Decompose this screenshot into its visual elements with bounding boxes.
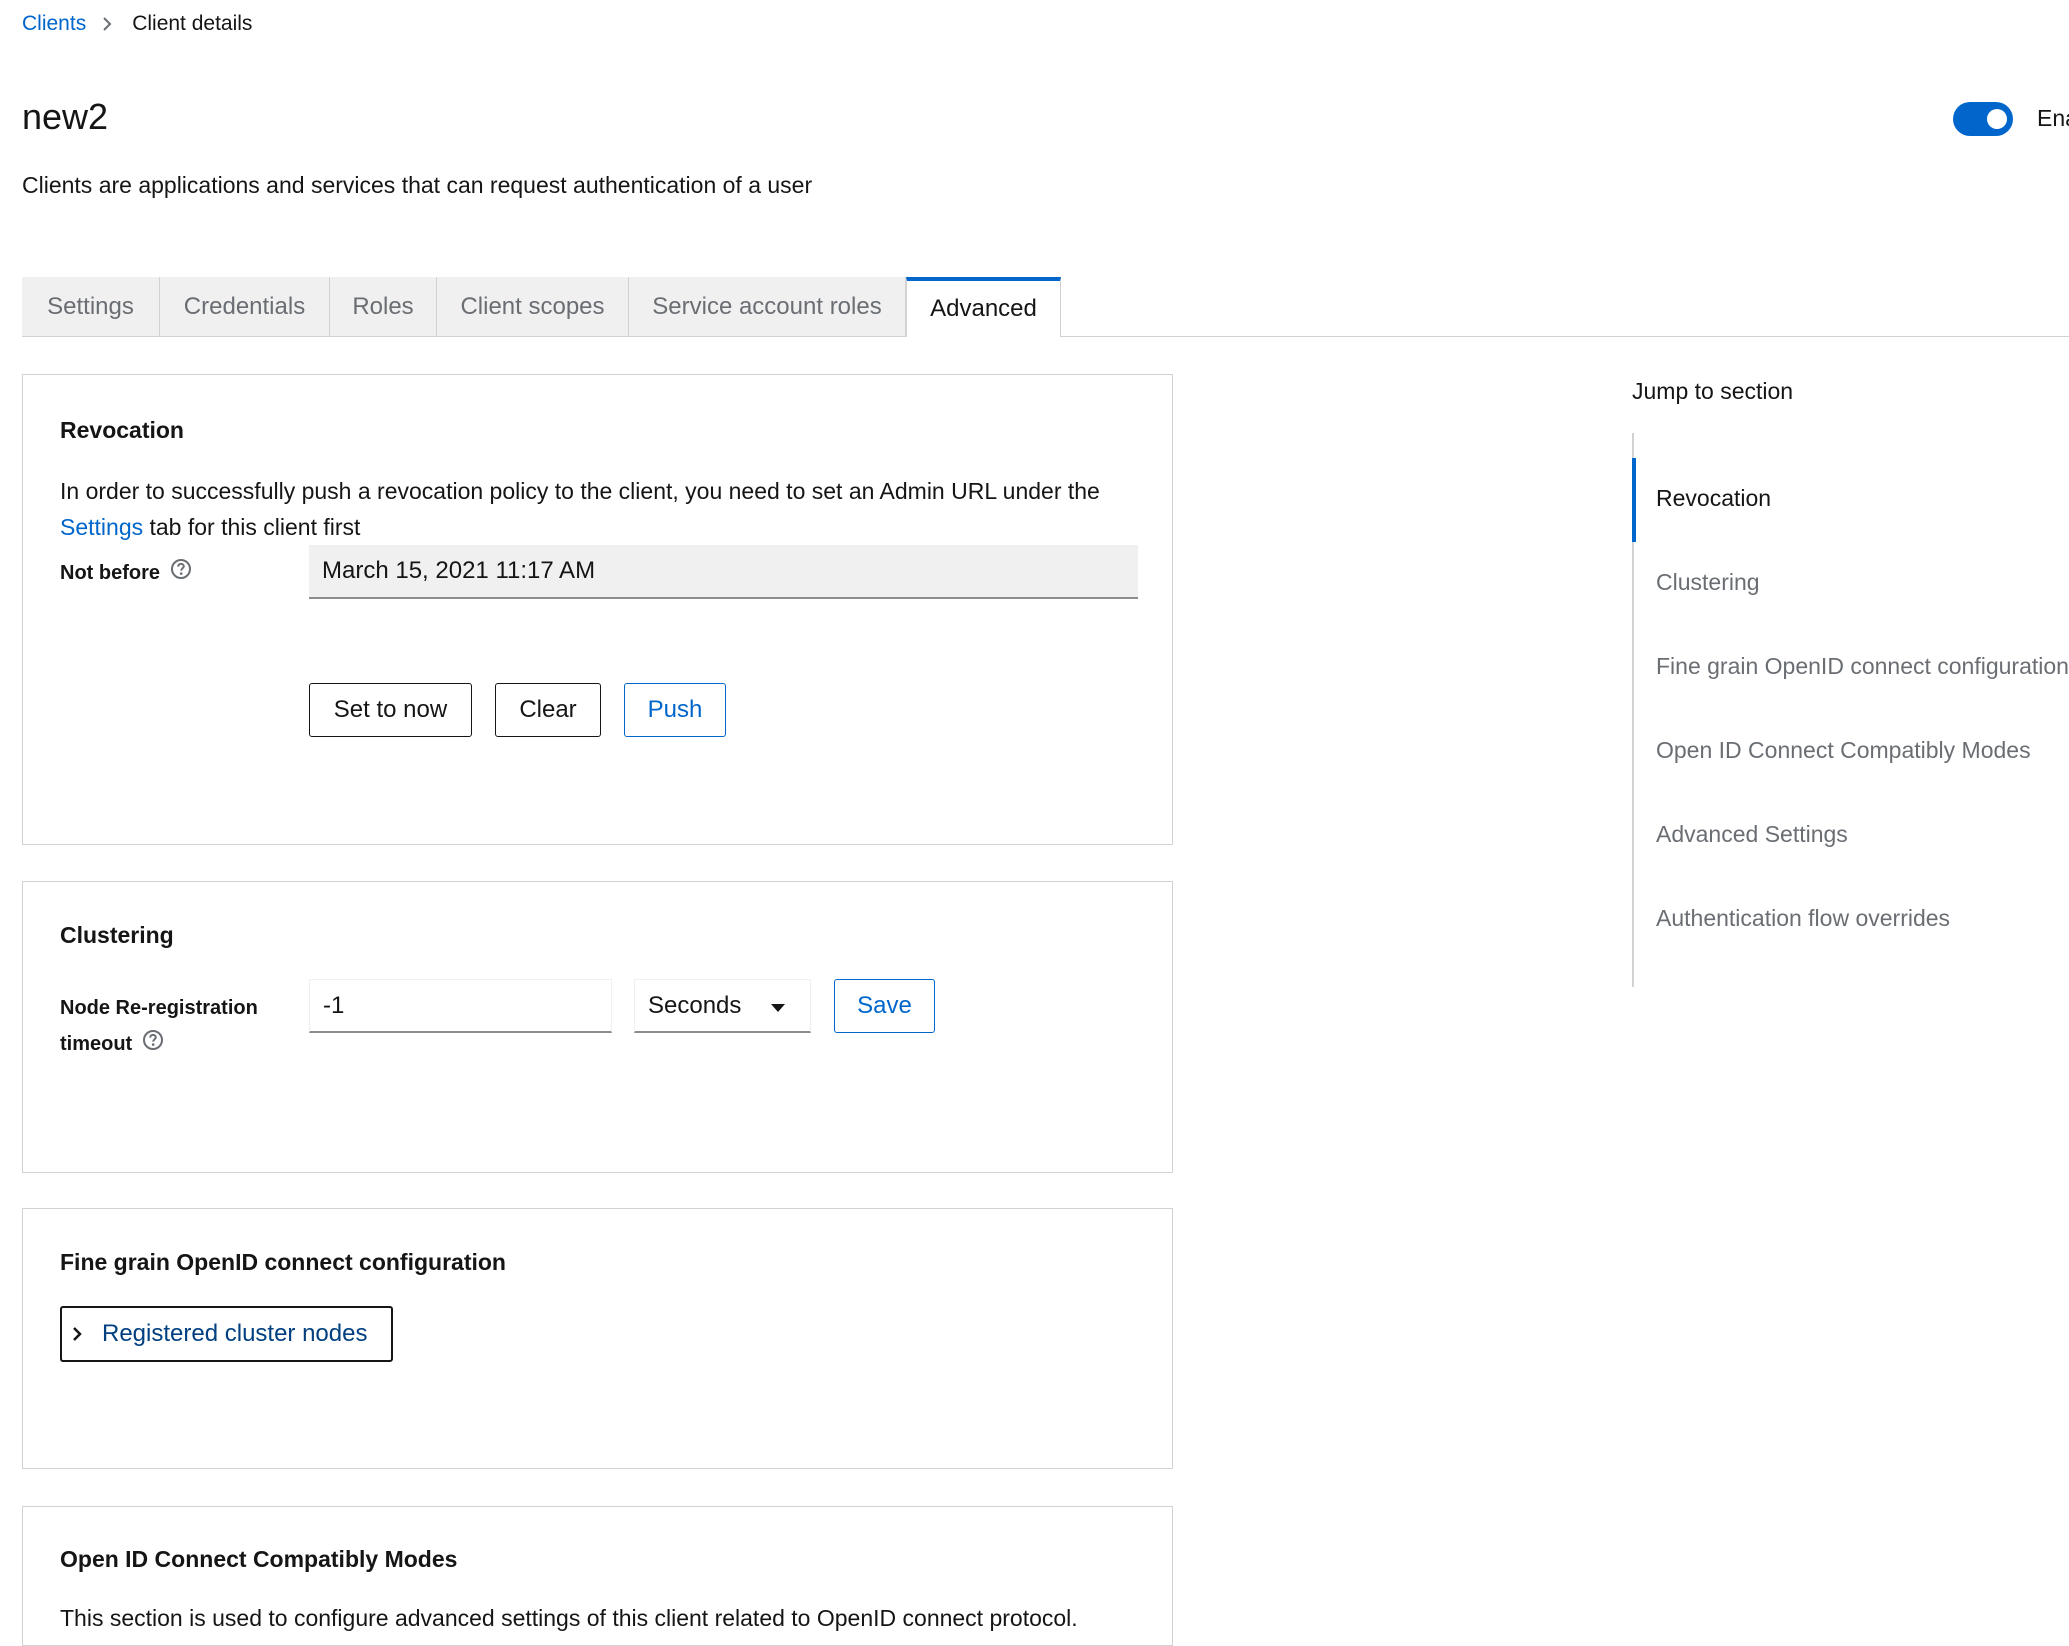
fine-grain-title: Fine grain OpenID connect configuration (60, 1249, 506, 1275)
node-reregistration-input[interactable]: -1 (309, 979, 612, 1033)
revocation-card: Revocation In order to successfully push… (22, 374, 1173, 845)
revocation-title: Revocation (60, 417, 184, 443)
registered-cluster-nodes-label: Registered cluster nodes (102, 1320, 368, 1347)
breadcrumb-current: Client details (132, 12, 253, 35)
chevron-right-icon (72, 1326, 82, 1342)
node-reregistration-label: Node Re-registration timeout (60, 990, 258, 1063)
clustering-title: Clustering (60, 922, 174, 948)
fine-grain-card: Fine grain OpenID connect configuration … (22, 1208, 1173, 1469)
time-unit-select[interactable]: Seconds (634, 979, 811, 1033)
tab-bar: Settings Credentials Roles Client scopes… (22, 277, 1061, 337)
revocation-text-before: In order to successfully push a revocati… (60, 478, 1100, 504)
revocation-text-after: tab for this client first (143, 514, 361, 540)
jump-active-indicator (1632, 458, 1636, 542)
toggle-knob (1987, 109, 2007, 129)
chevron-right-icon (102, 17, 112, 31)
enabled-toggle[interactable] (1953, 102, 2013, 136)
tab-service-account-roles[interactable]: Service account roles (629, 277, 906, 337)
settings-link[interactable]: Settings (60, 514, 143, 540)
clear-button[interactable]: Clear (495, 683, 601, 737)
jump-link-revocation[interactable]: Revocation (1656, 485, 1771, 512)
not-before-label-text: Not before (60, 562, 160, 584)
revocation-description: In order to successfully push a revocati… (60, 473, 1130, 545)
time-unit-value: Seconds (648, 991, 742, 1019)
clustering-card: Clustering Node Re-registration timeout … (22, 881, 1173, 1173)
clustering-save-button[interactable]: Save (834, 979, 935, 1033)
help-icon[interactable] (142, 1027, 164, 1063)
node-reregistration-label-line2: timeout (60, 1033, 133, 1055)
breadcrumb: Clients Client details (22, 12, 252, 36)
tab-advanced[interactable]: Advanced (906, 277, 1061, 337)
jump-link-clustering[interactable]: Clustering (1656, 569, 1760, 596)
node-reregistration-label-line1: Node Re-registration (60, 997, 258, 1019)
tab-client-scopes[interactable]: Client scopes (437, 277, 629, 337)
jump-link-compat-modes[interactable]: Open ID Connect Compatibly Modes (1656, 737, 2031, 764)
jump-link-auth-flow-overrides[interactable]: Authentication flow overrides (1656, 905, 1950, 932)
page-description: Clients are applications and services th… (22, 172, 813, 198)
jump-link-fine-grain[interactable]: Fine grain OpenID connect configuration (1656, 653, 2069, 680)
compat-modes-card: Open ID Connect Compatibly Modes This se… (22, 1506, 1173, 1646)
not-before-label: Not before (60, 555, 192, 592)
caret-down-icon (770, 992, 786, 1020)
page-title: new2 (22, 96, 109, 137)
help-icon[interactable] (170, 556, 192, 592)
set-to-now-button[interactable]: Set to now (309, 683, 472, 737)
jump-link-advanced-settings[interactable]: Advanced Settings (1656, 821, 1848, 848)
not-before-field: March 15, 2021 11:17 AM (309, 545, 1138, 599)
breadcrumb-clients-link[interactable]: Clients (22, 12, 86, 36)
compat-modes-description: This section is used to configure advanc… (60, 1605, 1078, 1631)
registered-cluster-nodes-toggle[interactable]: Registered cluster nodes (60, 1306, 393, 1362)
push-button[interactable]: Push (624, 683, 726, 737)
enabled-toggle-label: Ena (2037, 105, 2069, 131)
jump-to-section-title: Jump to section (1632, 378, 1794, 404)
tab-roles[interactable]: Roles (330, 277, 437, 337)
compat-modes-title: Open ID Connect Compatibly Modes (60, 1546, 458, 1572)
tab-settings[interactable]: Settings (22, 277, 160, 337)
tab-credentials[interactable]: Credentials (160, 277, 330, 337)
